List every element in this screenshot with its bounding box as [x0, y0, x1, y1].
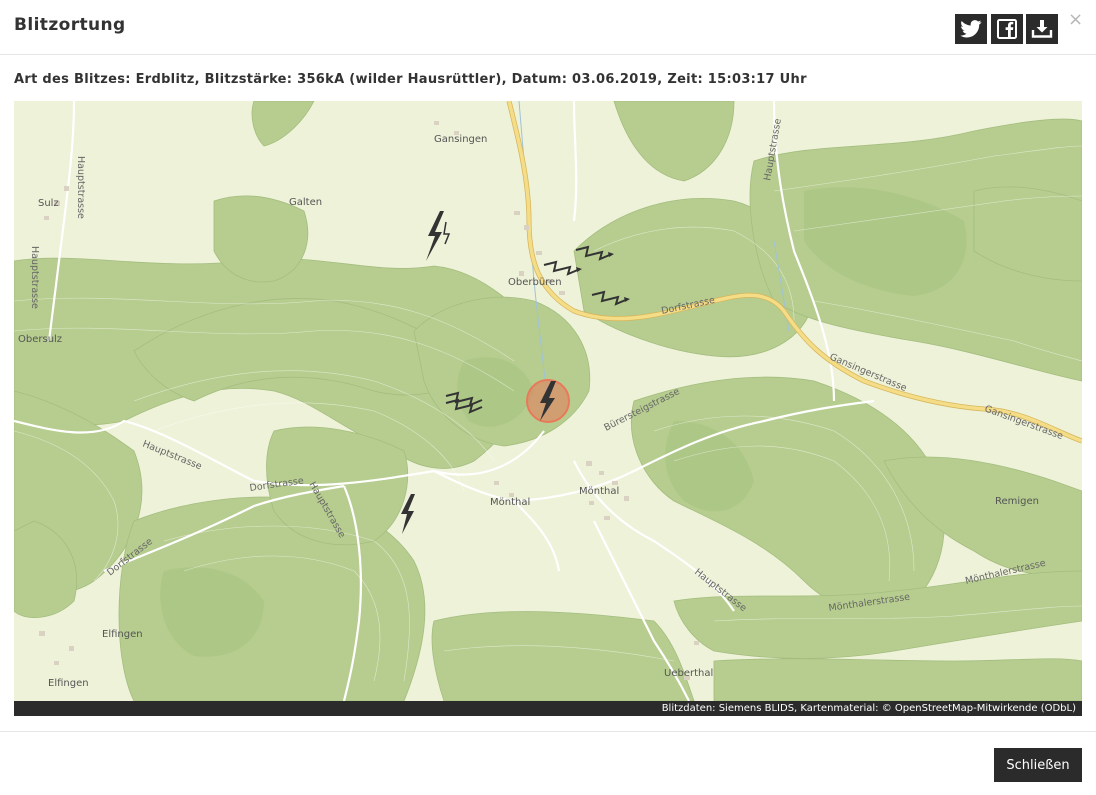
modal-header: Blitzortung × [0, 0, 1096, 55]
place-label: Elfingen [102, 629, 143, 640]
map-canvas: Hauptstrasse Hauptstrasse Hauptstrasse H… [14, 101, 1082, 701]
selected-strike-highlight[interactable] [526, 379, 570, 423]
place-label: Sulz [38, 198, 59, 209]
close-icon[interactable]: × [1068, 10, 1083, 30]
lightning-modal: Blitzortung × Art des Blitzes: Erdblitz,… [0, 0, 1096, 795]
download-button[interactable] [1026, 14, 1058, 44]
place-label: Ueberthal [664, 668, 713, 679]
place-label: Remigen [995, 496, 1039, 507]
close-button[interactable]: Schließen [994, 748, 1082, 782]
facebook-icon [997, 19, 1017, 39]
twitter-share-button[interactable] [955, 14, 987, 44]
place-label: Obersulz [18, 334, 62, 345]
map-attribution: Blitzdaten: Siemens BLIDS, Kartenmateria… [14, 701, 1082, 716]
strike-info-text: Art des Blitzes: Erdblitz, Blitzstärke: … [14, 72, 807, 87]
street-label: Hauptstrasse [29, 246, 40, 309]
place-label: Galten [289, 197, 322, 208]
place-label: Oberbüren [508, 277, 562, 288]
place-label: Elfingen [48, 678, 89, 689]
place-label: Mönthal [490, 497, 530, 508]
place-label: Gansingen [434, 134, 487, 145]
modal-footer: Schließen [0, 731, 1096, 795]
place-label: Mönthal [579, 486, 619, 497]
street-label: Hauptstrasse [75, 156, 86, 219]
twitter-icon [960, 20, 982, 38]
map-view[interactable]: Hauptstrasse Hauptstrasse Hauptstrasse H… [14, 101, 1082, 716]
facebook-share-button[interactable] [991, 14, 1023, 44]
download-icon [1031, 20, 1053, 38]
modal-title: Blitzortung [14, 15, 126, 35]
